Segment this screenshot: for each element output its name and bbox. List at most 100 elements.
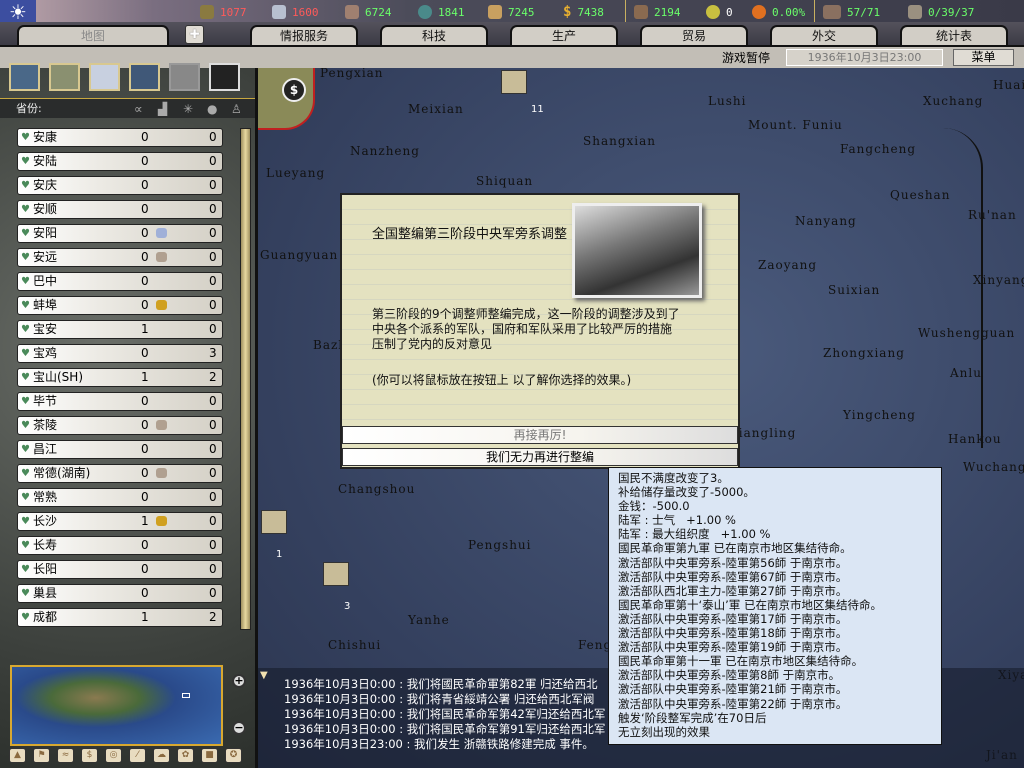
rare-resource-icon [156, 468, 167, 478]
event-description: 第三阶段的9个调整师整编完成，这一阶段的调整涉及到了中央各个派系的军队，国府和军… [372, 307, 680, 351]
navy-view-button[interactable] [129, 63, 160, 91]
province-scrollbar[interactable] [240, 128, 251, 630]
map-province-label[interactable]: Pengshui [468, 538, 532, 552]
map-province-label[interactable]: Mount. Funiu [748, 118, 843, 132]
province-row[interactable]: ♥ 宝安 1 0 [17, 320, 223, 339]
world-minimap[interactable] [10, 665, 223, 746]
land-map-mode-button[interactable] [9, 63, 40, 91]
theatre-mapmode-button[interactable]: ✪ [225, 748, 242, 763]
alpha-sort-icon[interactable]: ∝ [134, 99, 143, 119]
tooltip-line: 激活部队中央軍旁系-陸軍第18師 于南京市。 [618, 626, 848, 641]
zoom-out-button[interactable]: − [232, 721, 246, 735]
army-unit-counter[interactable] [323, 562, 349, 586]
zoom-in-button[interactable]: + [232, 674, 246, 688]
minimap-viewport[interactable] [182, 693, 190, 698]
map-province-label[interactable]: Lushi [708, 94, 746, 108]
province-row[interactable]: ♥ 宝鸡 0 3 [17, 344, 223, 363]
tab-diplomacy[interactable]: 外交 [770, 25, 878, 46]
province-row[interactable]: ♥ 昌江 0 0 [17, 440, 223, 459]
event-option-b-button[interactable]: 我们无力再进行整编 [342, 448, 738, 466]
province-value-a: 0 [141, 274, 149, 288]
manpower-person-icon[interactable]: ♙ [231, 99, 242, 119]
tab-intelligence[interactable]: 情报服务 [250, 25, 358, 46]
region-mapmode-button[interactable]: ✿ [177, 748, 194, 763]
partisan-mapmode-button[interactable]: ■ [201, 748, 218, 763]
map-province-label[interactable]: Meixian [408, 102, 464, 116]
resource-drop-icon[interactable]: ● [207, 99, 217, 119]
tab-technology[interactable]: 科技 [380, 25, 488, 46]
map-province-label[interactable]: Zhongxiang [823, 346, 905, 360]
army-unit-counter[interactable] [261, 510, 287, 534]
menu-button[interactable]: 菜单 [953, 49, 1014, 66]
supplies-value: 7245 [508, 5, 535, 19]
map-province-label[interactable]: Lueyang [266, 166, 325, 180]
unit-list-button[interactable] [209, 63, 240, 91]
province-row[interactable]: ♥ 安庆 0 0 [17, 176, 223, 195]
map-province-label[interactable]: Fangcheng [840, 142, 916, 156]
province-row[interactable]: ♥ 安远 0 0 [17, 248, 223, 267]
diplomatic-mapmode-button[interactable]: ≈ [57, 748, 74, 763]
map-province-label[interactable]: Zaoyang [758, 258, 817, 272]
map-province-label[interactable]: Shangxian [583, 134, 656, 148]
air-view-button[interactable] [89, 63, 120, 91]
map-province-label[interactable]: Nanyang [795, 214, 857, 228]
leaf-icon: ♥ [21, 564, 30, 575]
map-province-label[interactable]: Yingcheng [843, 408, 916, 422]
tab-statistics[interactable]: 统计表 [900, 25, 1008, 46]
tooltip-line: 国民不满度改变了3。 [618, 471, 729, 485]
economic-mapmode-button[interactable]: $ [81, 748, 98, 763]
province-row[interactable]: ♥ 长阳 0 0 [17, 560, 223, 579]
map-province-label[interactable]: Chishui [328, 638, 381, 652]
national-flag-icon[interactable]: ☀ [0, 0, 36, 24]
log-expand-icon[interactable]: ▼ [260, 670, 268, 681]
map-province-label[interactable]: Pengxian [320, 68, 384, 80]
map-province-label[interactable]: Changshou [338, 482, 415, 496]
province-name: 宝山(SH) [33, 370, 84, 384]
province-row[interactable]: ♥ 巴中 0 0 [17, 272, 223, 291]
province-row[interactable]: ♥ 安阳 0 0 [17, 224, 223, 243]
terrain-mapmode-button[interactable]: ▲ [9, 748, 26, 763]
province-row[interactable]: ♥ 巢县 0 0 [17, 584, 223, 603]
map-province-label[interactable]: Queshan [890, 188, 950, 202]
map-province-label[interactable]: Wuchang [963, 460, 1024, 474]
map-province-label[interactable]: Suixian [828, 283, 880, 297]
map-province-label[interactable]: Yanhe [408, 613, 450, 627]
anti-air-icon[interactable]: ✳ [183, 99, 193, 119]
province-row[interactable]: ♥ 常熟 0 0 [17, 488, 223, 507]
province-row[interactable]: ♥ 成都 1 2 [17, 608, 223, 627]
province-row[interactable]: ♥ 蚌埠 0 0 [17, 296, 223, 315]
province-row[interactable]: ♥ 茶陵 0 0 [17, 416, 223, 435]
energy-icon [200, 5, 214, 19]
factory-icon[interactable]: ▟ [158, 99, 167, 119]
province-row[interactable]: ♥ 长寿 0 0 [17, 536, 223, 555]
province-row[interactable]: ♥ 毕节 0 0 [17, 392, 223, 411]
army-unit-counter[interactable] [501, 70, 527, 94]
province-row[interactable]: ♥ 宝山(SH) 1 2 [17, 368, 223, 387]
province-row[interactable]: ♥ 长沙 1 0 [17, 512, 223, 531]
event-option-a-button[interactable]: 再接再厉! [342, 426, 738, 444]
resource-mapmode-button[interactable]: ◎ [105, 748, 122, 763]
tab-trade[interactable]: 贸易 [640, 25, 748, 46]
province-row[interactable]: ♥ 常德(湖南) 0 0 [17, 464, 223, 483]
tab-production[interactable]: 生产 [510, 25, 618, 46]
province-row[interactable]: ♥ 安顺 0 0 [17, 200, 223, 219]
map-province-label[interactable]: Shiquan [476, 174, 533, 188]
main-tabs: 地图 ✚ 情报服务 科技 生产 贸易 外交 统计表 [0, 22, 1024, 46]
province-row[interactable]: ♥ 安康 0 0 [17, 128, 223, 147]
map-province-label[interactable]: Jiangling [733, 426, 796, 440]
map-province-label[interactable]: Huaiyang [993, 78, 1024, 92]
army-view-button[interactable] [49, 63, 80, 91]
center-view-button[interactable]: ✚ [185, 25, 204, 44]
map-province-label[interactable]: Nanzheng [350, 144, 420, 158]
political-mapmode-button[interactable]: ⚑ [33, 748, 50, 763]
dollar-map-icon[interactable]: $ [282, 78, 306, 102]
railway-line [943, 128, 983, 448]
weather-mapmode-button[interactable]: ☁ [153, 748, 170, 763]
province-row[interactable]: ♥ 安陆 0 0 [17, 152, 223, 171]
map-province-label[interactable]: Xuchang [923, 94, 983, 108]
supply-mapmode-button[interactable]: ⁄ [129, 748, 146, 763]
disabled-view-button[interactable] [169, 63, 200, 91]
tab-map[interactable]: 地图 [17, 25, 169, 46]
map-province-label[interactable]: Guangyuan [260, 248, 338, 262]
tooltip-line: 國民革命軍第十‘泰山’軍 已在南京市地区集结待命。 [618, 597, 882, 612]
